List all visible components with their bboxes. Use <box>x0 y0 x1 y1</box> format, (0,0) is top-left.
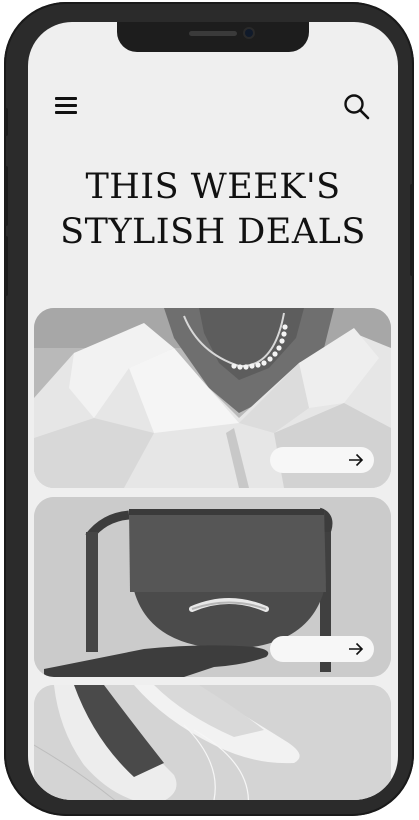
deal-card-shoes[interactable] <box>34 685 391 800</box>
view-deal-button[interactable] <box>270 636 374 662</box>
phone-frame: THIS WEEK'S STYLISH DEALS <box>4 2 414 816</box>
menu-bar <box>55 111 77 114</box>
app-screen: THIS WEEK'S STYLISH DEALS <box>28 22 398 800</box>
front-camera <box>245 29 253 37</box>
notch <box>117 22 309 52</box>
deal-card-necklace[interactable] <box>34 308 391 488</box>
search-icon[interactable] <box>342 92 372 122</box>
page-title: THIS WEEK'S STYLISH DEALS <box>28 165 398 255</box>
view-deal-button[interactable] <box>270 447 374 473</box>
volume-up-button <box>4 166 8 226</box>
page-title-line-1: THIS WEEK'S <box>85 167 341 207</box>
hamburger-menu-icon[interactable] <box>55 96 77 116</box>
power-button <box>410 184 414 276</box>
arrow-right-icon <box>349 453 364 467</box>
mute-switch <box>4 108 8 136</box>
volume-down-button <box>4 236 8 296</box>
arrow-right-icon <box>349 642 364 656</box>
deal-card-handbag[interactable] <box>34 497 391 677</box>
page-title-line-2: STYLISH DEALS <box>60 212 366 252</box>
speaker-grille <box>189 31 237 36</box>
shoes-photo <box>34 685 391 800</box>
menu-bar <box>55 97 77 100</box>
menu-bar <box>55 104 77 107</box>
